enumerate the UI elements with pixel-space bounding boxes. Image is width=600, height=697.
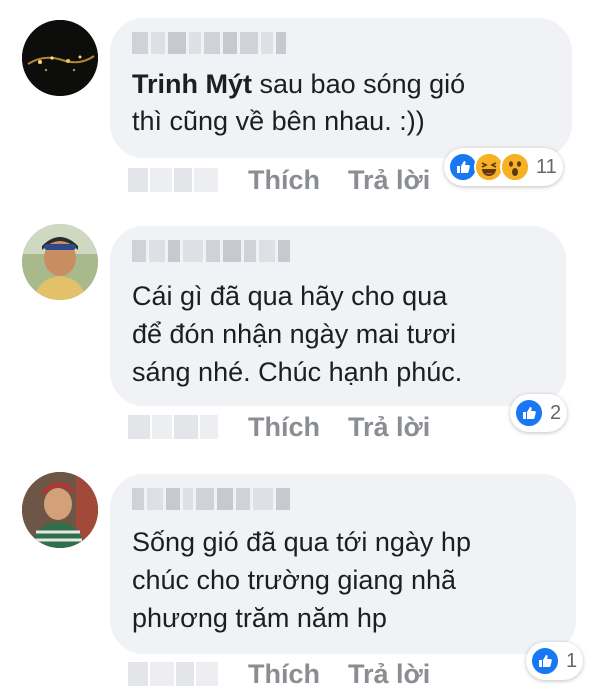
reply-action[interactable]: Trả lời — [348, 659, 430, 690]
reaction-summary[interactable]: 2 — [510, 394, 568, 432]
like-icon — [530, 646, 560, 676]
comment-bubble: Trinh Mýt sau bao sóng gió thì cũng về b… — [110, 18, 572, 158]
comment-bubble: Sống gió đã qua tới ngày hp chúc cho trư… — [110, 474, 576, 654]
blurred-author-name — [132, 32, 286, 54]
reaction-summary[interactable]: 11 — [444, 148, 563, 186]
like-action[interactable]: Thích — [248, 659, 320, 690]
comment-text-line: để đón nhận ngày mai tươi — [132, 319, 456, 349]
reaction-count: 11 — [536, 155, 557, 178]
blurred-timestamp — [128, 415, 218, 439]
comment-actions: Thích Trả lời — [128, 409, 458, 445]
reply-action[interactable]: Trả lời — [348, 165, 430, 196]
like-icon — [514, 398, 544, 428]
boy-portrait-photo — [22, 472, 98, 548]
comment-text: Trinh Mýt sau bao sóng gió — [132, 66, 465, 103]
blurred-timestamp — [128, 168, 218, 192]
avatar[interactable] — [22, 20, 98, 96]
reply-action[interactable]: Trả lời — [348, 412, 430, 443]
night-city-photo — [22, 20, 98, 96]
like-action[interactable]: Thích — [248, 412, 320, 443]
comment-bubble: Cái gì đã qua hãy cho qua để đón nhận ng… — [110, 226, 566, 406]
avatar[interactable] — [22, 472, 98, 548]
comment-text-line: Sống gió đã qua tới ngày hp — [132, 527, 471, 557]
comment-text-line: thì cũng về bên nhau. :)) — [132, 106, 425, 136]
reaction-count: 2 — [550, 401, 562, 424]
comment-actions: Thích Trả lời — [128, 162, 458, 198]
comment-text-line: sau bao sóng gió — [259, 69, 466, 99]
blurred-author-name — [132, 488, 290, 510]
comment-text-line: chúc cho trường giang nhã — [132, 565, 456, 595]
blurred-timestamp — [128, 662, 218, 686]
comment-text-line: sáng nhé. Chúc hạnh phúc. — [132, 357, 463, 387]
comment-text-line: Cái gì đã qua hãy cho qua — [132, 281, 448, 311]
comment-text-line: phương trăm năm hp — [132, 603, 387, 633]
comment-actions: Thích Trả lời — [128, 656, 458, 692]
wow-icon — [500, 152, 530, 182]
reaction-count: 1 — [566, 649, 578, 672]
avatar[interactable] — [22, 224, 98, 300]
like-action[interactable]: Thích — [248, 165, 320, 196]
blurred-author-name — [132, 240, 290, 262]
child-portrait-photo — [22, 224, 98, 300]
author-name[interactable]: Trinh Mýt — [132, 69, 252, 99]
reaction-summary[interactable]: 1 — [526, 642, 584, 680]
